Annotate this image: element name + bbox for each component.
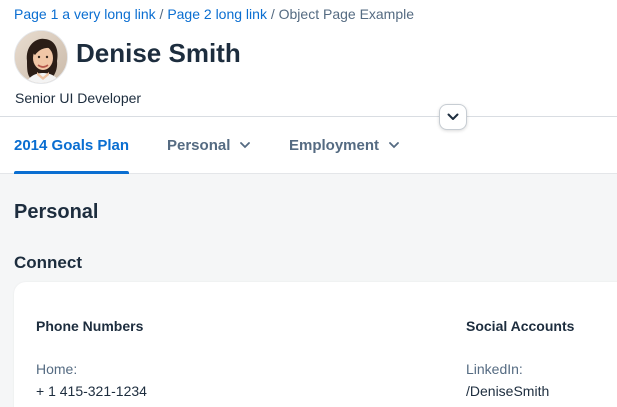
chevron-down-icon: [447, 113, 459, 120]
page-subtitle: Senior UI Developer: [15, 90, 142, 106]
breadcrumb: Page 1 a very long link / Page 2 long li…: [14, 6, 414, 22]
collapse-header-button[interactable]: [439, 104, 467, 130]
object-page: Page 1 a very long link / Page 2 long li…: [0, 0, 617, 407]
page-title: Denise Smith: [76, 38, 241, 68]
field-label-home: Home:: [36, 361, 78, 377]
field-label-linkedin: LinkedIn:: [466, 361, 523, 377]
tab-2014-goals-plan[interactable]: 2014 Goals Plan: [14, 117, 130, 174]
group-title-phone-numbers: Phone Numbers: [36, 318, 144, 334]
group-title-social-accounts: Social Accounts: [466, 318, 575, 334]
object-page-header: Page 1 a very long link / Page 2 long li…: [0, 0, 617, 117]
object-page-content: Personal Connect Phone Numbers Home: + 1…: [0, 174, 617, 407]
field-value-linkedin: /DeniseSmith: [466, 383, 550, 399]
tab-label: Personal: [167, 137, 231, 154]
tab-employment[interactable]: Employment: [289, 117, 399, 174]
person-avatar-photo-icon: [15, 31, 67, 83]
connect-card: Phone Numbers Home: + 1 415-321-1234 Soc…: [14, 282, 617, 407]
breadcrumb-link-page-2[interactable]: Page 2 long link: [167, 6, 267, 22]
subsection-title: Connect: [14, 253, 82, 272]
tab-label: 2014 Goals Plan: [14, 137, 130, 154]
breadcrumb-link-page-1[interactable]: Page 1 a very long link: [14, 6, 156, 22]
breadcrumb-current: Object Page Example: [278, 6, 415, 22]
chevron-down-icon: [240, 142, 251, 149]
tab-label: Employment: [289, 137, 380, 154]
anchor-bar: 2014 Goals Plan Personal Employment: [0, 117, 617, 174]
field-value-home-phone: + 1 415-321-1234: [36, 383, 147, 399]
section-title: Personal: [14, 201, 99, 223]
avatar: [14, 30, 68, 84]
chevron-down-icon: [389, 142, 399, 149]
tab-personal[interactable]: Personal: [167, 117, 251, 174]
breadcrumb-separator: /: [270, 6, 275, 22]
